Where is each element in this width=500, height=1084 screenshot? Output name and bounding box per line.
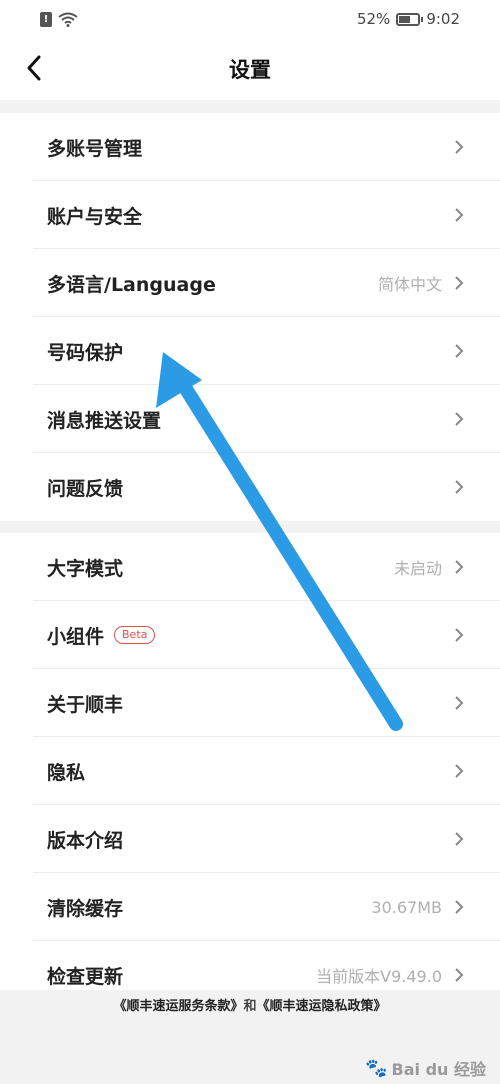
chevron-left-icon <box>27 55 41 81</box>
row-large-font[interactable]: 大字模式 未启动 <box>0 533 500 601</box>
row-label: 多账号管理 <box>47 137 143 160</box>
row-label: 大字模式 <box>47 557 124 580</box>
chevron-right-icon <box>454 559 464 575</box>
row-label: 清除缓存 <box>47 897 124 920</box>
row-label: 号码保护 <box>47 341 124 364</box>
footer-separator: 和 <box>243 999 257 1014</box>
settings-group-general: 大字模式 未启动 小组件 Beta 关于顺丰 隐私 版本介绍 清除缓存 30.6… <box>0 533 500 1009</box>
row-feedback[interactable]: 问题反馈 <box>0 453 500 521</box>
watermark: 🐾 Bai du 经验 <box>365 1056 486 1080</box>
watermark-text: Bai du 经验 <box>391 1060 486 1079</box>
battery-icon <box>396 12 424 26</box>
chevron-right-icon <box>454 763 464 779</box>
row-widget[interactable]: 小组件 Beta <box>0 601 500 669</box>
chevron-right-icon <box>454 139 464 155</box>
chevron-right-icon <box>454 207 464 223</box>
status-bar: ! 52% 9:02 <box>0 0 500 38</box>
paw-icon: 🐾 <box>365 1057 388 1079</box>
row-version-intro[interactable]: 版本介绍 <box>0 805 500 873</box>
row-privacy[interactable]: 隐私 <box>0 737 500 805</box>
privacy-policy-link[interactable]: 《顺丰速运隐私政策》 <box>257 999 387 1014</box>
page-title: 设置 <box>229 58 271 82</box>
row-multi-account[interactable]: 多账号管理 <box>0 113 500 181</box>
row-label: 多语言/Language <box>47 273 216 296</box>
row-number-protection[interactable]: 号码保护 <box>0 317 500 385</box>
terms-link[interactable]: 《顺丰速运服务条款》 <box>113 999 243 1014</box>
row-label: 关于顺丰 <box>47 693 124 716</box>
back-button[interactable] <box>14 46 54 90</box>
battery-percent: 52% <box>356 10 391 28</box>
chevron-right-icon <box>454 899 464 915</box>
row-label: 问题反馈 <box>47 477 124 500</box>
settings-group-account: 多账号管理 账户与安全 多语言/Language 简体中文 号码保护 消息推送设… <box>0 113 500 521</box>
row-label: 检查更新 <box>47 965 124 988</box>
row-value: 30.67MB <box>371 897 442 917</box>
chevron-right-icon <box>454 343 464 359</box>
row-label: 隐私 <box>47 761 86 784</box>
chevron-right-icon <box>454 695 464 711</box>
sim-alert-icon: ! <box>40 11 52 27</box>
wifi-icon <box>58 12 78 27</box>
row-label: 版本介绍 <box>47 829 124 852</box>
beta-badge: Beta <box>114 626 156 644</box>
footer: 《顺丰速运服务条款》和《顺丰速运隐私政策》 🐾 Bai du 经验 <box>0 990 500 1084</box>
nav-bar: 设置 <box>0 38 500 100</box>
row-value: 当前版本V9.49.0 <box>316 967 442 986</box>
row-label: 账户与安全 <box>47 205 143 228</box>
chevron-right-icon <box>454 411 464 427</box>
row-language[interactable]: 多语言/Language 简体中文 <box>0 249 500 317</box>
row-about[interactable]: 关于顺丰 <box>0 669 500 737</box>
battery-level <box>399 15 410 23</box>
footer-links: 《顺丰速运服务条款》和《顺丰速运隐私政策》 <box>0 995 500 1014</box>
row-label: 消息推送设置 <box>47 409 162 432</box>
row-value: 简体中文 <box>377 275 442 294</box>
row-clear-cache[interactable]: 清除缓存 30.67MB <box>0 873 500 941</box>
chevron-right-icon <box>454 479 464 495</box>
chevron-right-icon <box>454 967 464 983</box>
chevron-right-icon <box>454 831 464 847</box>
row-value: 未启动 <box>393 559 442 578</box>
row-account-security[interactable]: 账户与安全 <box>0 181 500 249</box>
status-right: 52% 9:02 <box>357 10 460 28</box>
clock: 9:02 <box>426 10 460 28</box>
status-left: ! <box>40 11 78 27</box>
row-push-settings[interactable]: 消息推送设置 <box>0 385 500 453</box>
row-label: 小组件 <box>47 625 105 648</box>
chevron-right-icon <box>454 275 464 291</box>
chevron-right-icon <box>454 627 464 643</box>
